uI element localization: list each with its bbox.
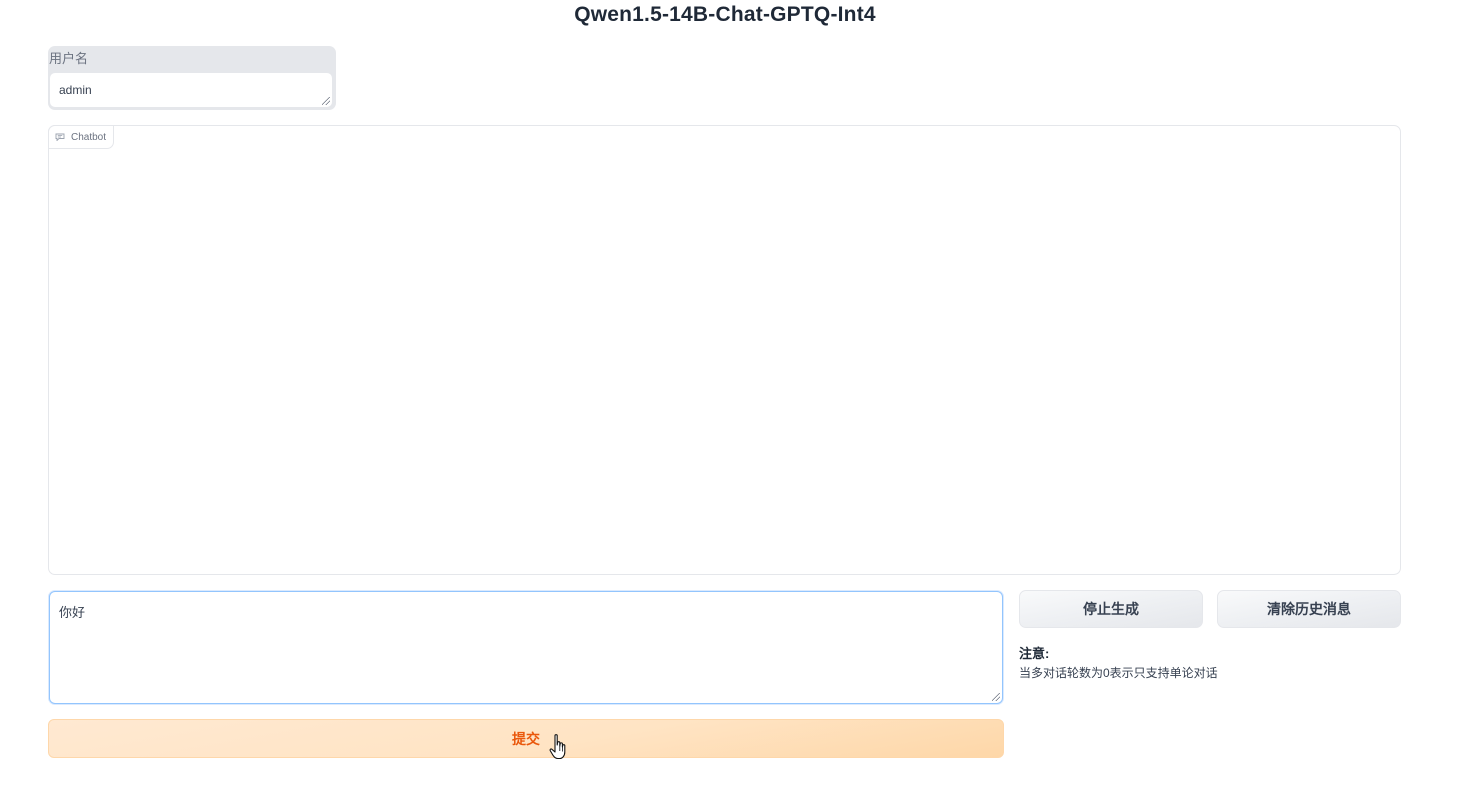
chatbot-label-text: Chatbot — [71, 131, 107, 143]
submit-button[interactable]: 提交 — [48, 719, 1004, 758]
resize-grip-icon[interactable] — [992, 693, 1000, 701]
clear-history-button[interactable]: 清除历史消息 — [1217, 590, 1401, 628]
message-input[interactable]: 你好 — [49, 591, 1003, 704]
hand-cursor-icon — [549, 734, 566, 760]
submit-button-label: 提交 — [512, 730, 540, 747]
stop-button-label: 停止生成 — [1083, 601, 1139, 617]
username-block: 用户名 admin — [48, 46, 336, 110]
message-value: 你好 — [59, 605, 86, 620]
resize-grip-icon[interactable] — [322, 97, 330, 105]
username-value: admin — [59, 83, 92, 97]
username-label: 用户名 — [49, 51, 89, 66]
chatbot-panel: Chatbot — [48, 125, 1401, 575]
note-title: 注意: — [1019, 646, 1050, 661]
clear-button-label: 清除历史消息 — [1267, 601, 1351, 617]
chatbot-label: Chatbot — [48, 125, 115, 149]
page-title: Qwen1.5-14B-Chat-GPTQ-Int4 — [574, 3, 876, 26]
chat-icon — [55, 133, 65, 141]
username-input[interactable]: admin — [49, 72, 333, 108]
note-text: 当多对话轮数为0表示只支持单论对话 — [1019, 666, 1218, 680]
stop-generation-button[interactable]: 停止生成 — [1019, 590, 1203, 628]
